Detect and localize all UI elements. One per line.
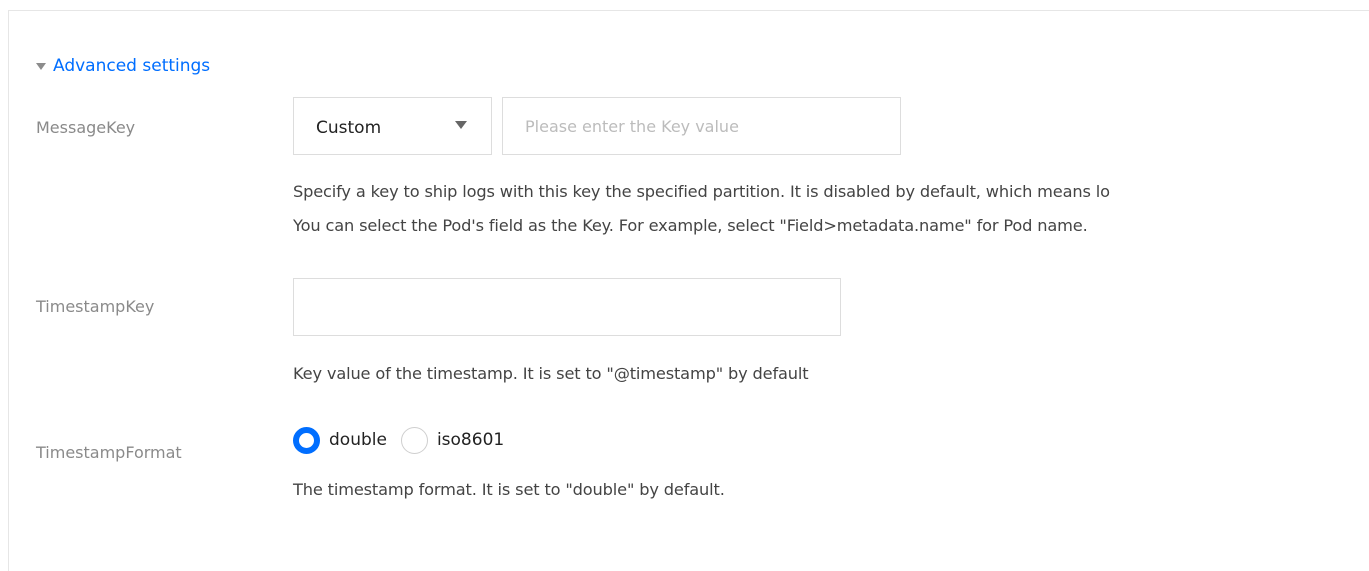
message-key-help-line2: You can select the Pod's field as the Ke… — [293, 216, 1088, 235]
radio-checked-icon — [293, 426, 320, 454]
timestamp-key-label: TimestampKey — [36, 297, 155, 316]
timestamp-format-radio-group: double iso8601 — [293, 426, 518, 454]
timestamp-key-input[interactable] — [293, 278, 841, 336]
advanced-settings-toggle[interactable]: Advanced settings — [36, 56, 210, 76]
radio-iso8601-label: iso8601 — [436, 430, 505, 450]
message-key-select[interactable]: Custom — [293, 97, 492, 155]
radio-iso8601[interactable]: iso8601 — [400, 426, 505, 454]
timestamp-format-label: TimestampFormat — [36, 443, 182, 462]
radio-double[interactable]: double — [293, 426, 387, 454]
message-key-select-value: Custom — [316, 118, 382, 138]
timestamp-format-help: The timestamp format. It is set to "doub… — [293, 480, 725, 499]
timestamp-key-help: Key value of the timestamp. It is set to… — [293, 364, 809, 383]
message-key-help-line1: Specify a key to ship logs with this key… — [293, 182, 1110, 201]
message-key-label: MessageKey — [36, 118, 136, 137]
advanced-settings-label: Advanced settings — [53, 56, 211, 76]
message-key-input[interactable] — [502, 97, 901, 155]
radio-unchecked-icon — [400, 426, 428, 454]
dropdown-arrow-icon — [455, 121, 467, 129]
radio-double-label: double — [329, 430, 387, 450]
caret-down-icon — [36, 63, 46, 70]
